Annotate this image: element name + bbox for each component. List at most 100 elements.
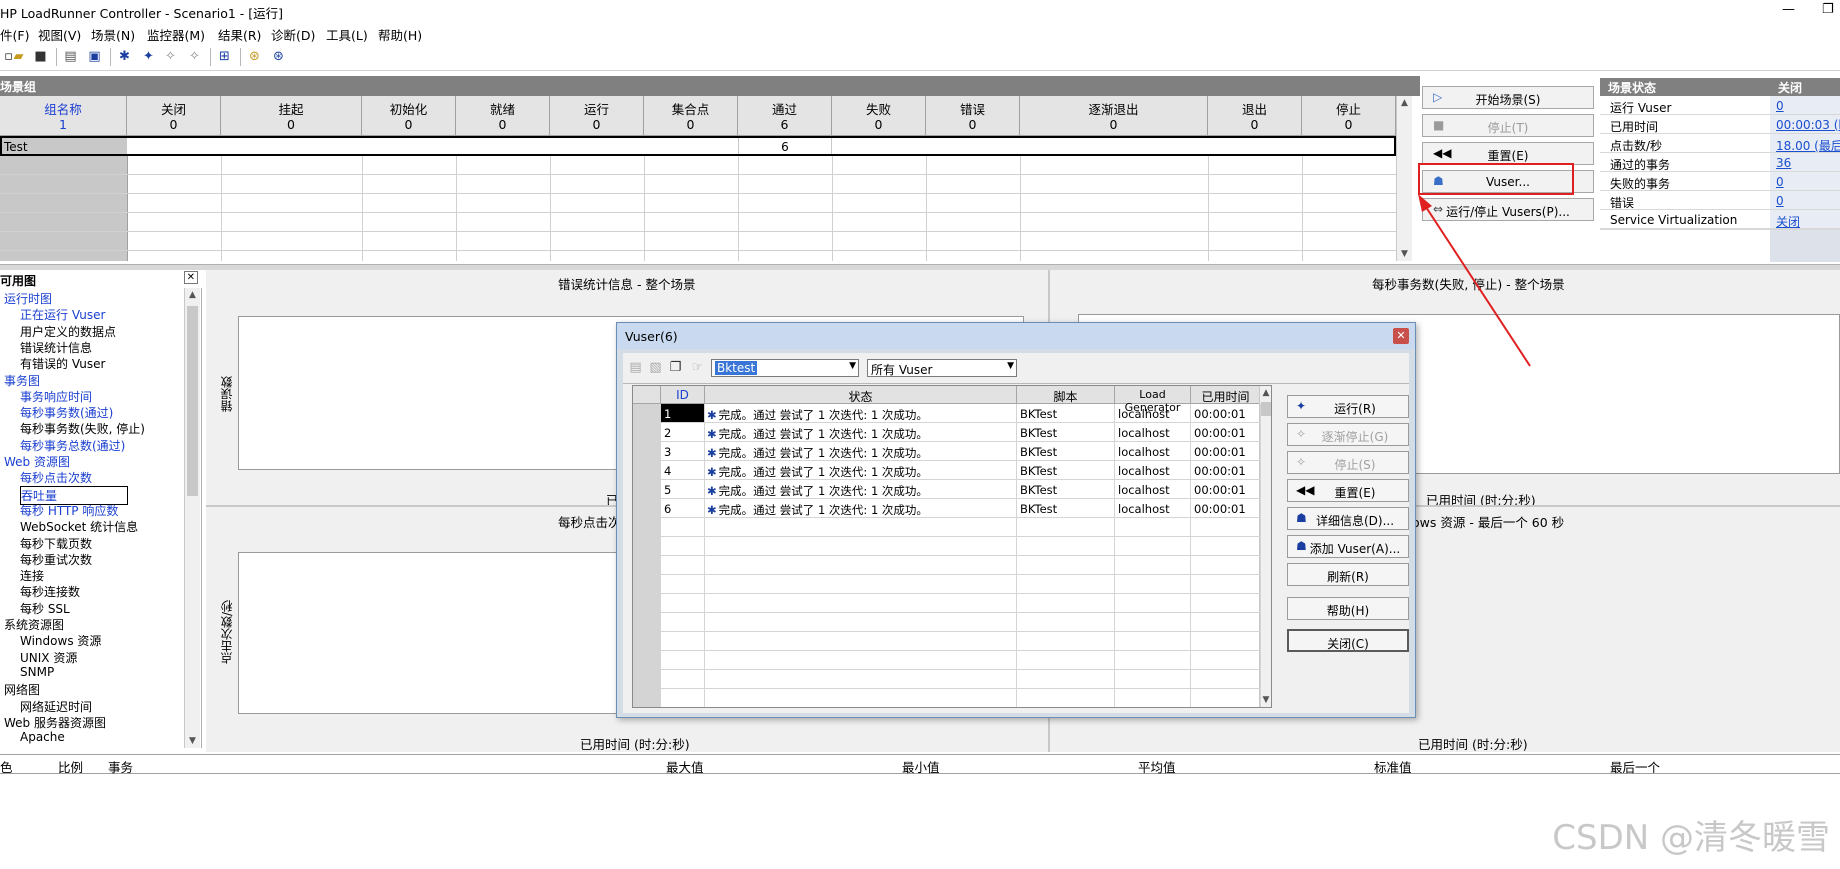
col-group-name[interactable]: 组名称 1 — [0, 96, 127, 136]
table-row[interactable]: 2 ✱ 完成。通过 尝试了 1 次迭代: 1 次成功。 BKTest localhost… — [633, 423, 1261, 442]
col-init[interactable]: 初始化 0 — [362, 96, 456, 136]
col-rendezvous[interactable]: 集合点 0 — [644, 96, 738, 136]
col-gradual-exit[interactable]: 逐渐退出 0 — [1020, 96, 1208, 136]
vuser-filter-select[interactable]: 所有 Vuser ▼ — [867, 359, 1017, 377]
group-select[interactable]: Bktest ▼ — [711, 359, 859, 377]
col-exit[interactable]: 退出 0 — [1208, 96, 1302, 136]
close-button[interactable]: 关闭(C) — [1287, 629, 1409, 652]
restore-button[interactable]: ❐ — [1822, 2, 1834, 17]
menu-help[interactable]: 帮助(H) — [378, 25, 422, 44]
menu-monitor[interactable]: 监控器(M) — [147, 25, 205, 44]
graph-tree-item[interactable]: Windows 资源 — [20, 632, 101, 649]
graph-tree-item[interactable]: UNIX 资源 — [20, 649, 77, 666]
graph-tree-item[interactable]: 系统资源图 — [4, 616, 64, 633]
graph-tree-item[interactable]: 正在运行 Vuser — [20, 306, 105, 323]
delete-icon[interactable]: ▧ — [647, 359, 664, 376]
gradual-stop-button[interactable]: ✧ 逐渐停止(G) — [1287, 423, 1409, 446]
col-status[interactable]: 状态 — [705, 386, 1017, 404]
graph-tree-item[interactable]: 连接 — [20, 567, 44, 584]
col-failed[interactable]: 失败 0 — [832, 96, 926, 136]
col-passed[interactable]: 通过 6 — [738, 96, 832, 136]
graph-tree-item[interactable]: WebSocket 统计信息 — [20, 518, 138, 535]
service-virtualization-link[interactable]: 关闭 — [1770, 210, 1840, 229]
analysis-icon[interactable]: ⊛ — [246, 48, 263, 65]
save-icon[interactable]: ■ — [32, 48, 49, 65]
graph-tree-item[interactable]: 每秒事务总数(通过) — [20, 437, 125, 454]
duplicate-icon[interactable]: ❐ — [667, 359, 684, 376]
stop-scenario-button[interactable]: ■ 停止(T) — [1422, 114, 1594, 137]
graph-tree-item[interactable]: SNMP — [20, 665, 54, 679]
menu-diagnostics[interactable]: 诊断(D) — [271, 25, 315, 44]
failed-transactions-link[interactable]: 0 — [1770, 172, 1840, 191]
graph-tree-scrollbar[interactable]: ▲ ▼ — [184, 288, 200, 748]
col-pending[interactable]: 挂起 0 — [221, 96, 362, 136]
graph-tree-item[interactable]: 有错误的 Vuser — [20, 355, 105, 372]
col-load-generator[interactable]: Load Generator — [1115, 386, 1191, 414]
close-icon[interactable]: ✕ — [1393, 328, 1409, 344]
table-row[interactable]: 1 ✱ 完成。通过 尝试了 1 次迭代: 1 次成功。 BKTest localhost… — [633, 404, 1261, 423]
col-running[interactable]: 运行 0 — [550, 96, 644, 136]
passed-transactions-link[interactable]: 36 — [1770, 153, 1840, 172]
graph-tree-item[interactable]: 网络图 — [4, 681, 40, 698]
col-id[interactable]: ID — [661, 386, 705, 404]
table-row[interactable]: 6 ✱ 完成。通过 尝试了 1 次迭代: 1 次成功。 BKTest localhost… — [633, 499, 1261, 518]
start-scenario-button[interactable]: ▷ 开始场景(S) — [1422, 86, 1594, 109]
reset-button[interactable]: ◀◀ 重置(E) — [1422, 142, 1594, 165]
menu-view[interactable]: 视图(V) — [38, 25, 81, 44]
add-vuser-button[interactable]: ☗ 添加 Vuser(A)... — [1287, 535, 1409, 558]
graph-tree-item[interactable]: Web 资源图 — [4, 453, 70, 470]
stop-icon[interactable]: ✧ — [186, 48, 203, 65]
graph-tree-item[interactable]: 每秒事务数(失败, 停止) — [20, 420, 145, 437]
graph-tree-item[interactable]: 每秒 SSL — [20, 600, 70, 617]
close-icon[interactable]: ✕ — [183, 271, 198, 284]
graph-tree-item[interactable]: 每秒点击次数 — [20, 469, 92, 486]
graph-tree-item[interactable]: 事务图 — [4, 372, 40, 389]
graph-tree-item[interactable]: 用户定义的数据点 — [20, 323, 116, 340]
view-icon[interactable]: ▣ — [86, 48, 103, 65]
table-row[interactable]: 4 ✱ 完成。通过 尝试了 1 次迭代: 1 次成功。 BKTest localhost… — [633, 461, 1261, 480]
scenario-icon[interactable]: ▤ — [62, 48, 79, 65]
reset-button[interactable]: ◀◀ 重置(E) — [1287, 479, 1409, 502]
col-error[interactable]: 错误 0 — [926, 96, 1020, 136]
menu-tools[interactable]: 工具(L) — [326, 25, 368, 44]
graph-tree-item[interactable]: 每秒连接数 — [20, 583, 80, 600]
graph-tree-item[interactable]: Web 服务器资源图 — [4, 714, 106, 731]
graph-tree-item[interactable]: MS IIS — [20, 746, 56, 748]
run-button[interactable]: ✦ 运行(R) — [1287, 395, 1409, 418]
col-stopped[interactable]: 停止 0 — [1302, 96, 1396, 136]
menu-file[interactable]: 件(F) — [0, 25, 29, 44]
pointer-icon[interactable]: ☞ — [689, 359, 706, 376]
graph-tree-item[interactable]: 每秒 HTTP 响应数 — [20, 502, 118, 519]
graph-tree-item[interactable]: 运行时图 — [4, 290, 52, 307]
table-row[interactable]: 5 ✱ 完成。通过 尝试了 1 次迭代: 1 次成功。 BKTest localhost… — [633, 480, 1261, 499]
compare-icon[interactable]: ⊛ — [270, 48, 287, 65]
results-icon[interactable]: ⊞ — [216, 48, 233, 65]
run-vuser-icon[interactable]: ✱ — [116, 48, 133, 65]
help-button[interactable]: 帮助(H) — [1287, 597, 1409, 620]
col-ready[interactable]: 就绪 0 — [456, 96, 550, 136]
open-icon[interactable]: ▰ — [10, 48, 27, 65]
graph-tree-item[interactable]: 错误统计信息 — [20, 339, 92, 356]
hits-graph[interactable] — [238, 552, 628, 714]
gradual-stop-icon[interactable]: ✧ — [162, 48, 179, 65]
col-elapsed[interactable]: 已用时间 — [1191, 386, 1261, 404]
stop-button[interactable]: ✧ 停止(S) — [1287, 451, 1409, 474]
graph-tree-item[interactable]: Apache — [20, 730, 65, 744]
run-icon[interactable]: ✦ — [140, 48, 157, 65]
errors-link[interactable]: 0 — [1770, 191, 1840, 210]
refresh-button[interactable]: 刷新(R) — [1287, 563, 1409, 586]
graph-tree-item[interactable]: 每秒重试次数 — [20, 551, 92, 568]
table-row[interactable]: Test 6 — [0, 136, 1396, 156]
details-button[interactable]: ☗ 详细信息(D)... — [1287, 507, 1409, 530]
graph-tree-item[interactable]: 事务响应时间 — [20, 388, 92, 405]
menu-results[interactable]: 结果(R) — [218, 25, 261, 44]
menu-scenario[interactable]: 场景(N) — [91, 25, 135, 44]
col-down[interactable]: 关闭 0 — [127, 96, 221, 136]
graph-tree-item[interactable]: 网络延迟时间 — [20, 698, 92, 715]
col-script[interactable]: 脚本 — [1017, 386, 1115, 404]
minimize-button[interactable]: — — [1782, 2, 1795, 17]
copy-icon[interactable]: ▤ — [627, 359, 644, 376]
table-row[interactable]: 3 ✱ 完成。通过 尝试了 1 次迭代: 1 次成功。 BKTest localhost… — [633, 442, 1261, 461]
graph-tree-item[interactable]: 每秒事务数(通过) — [20, 404, 113, 421]
graph-tree-item[interactable]: 每秒下载页数 — [20, 535, 92, 552]
